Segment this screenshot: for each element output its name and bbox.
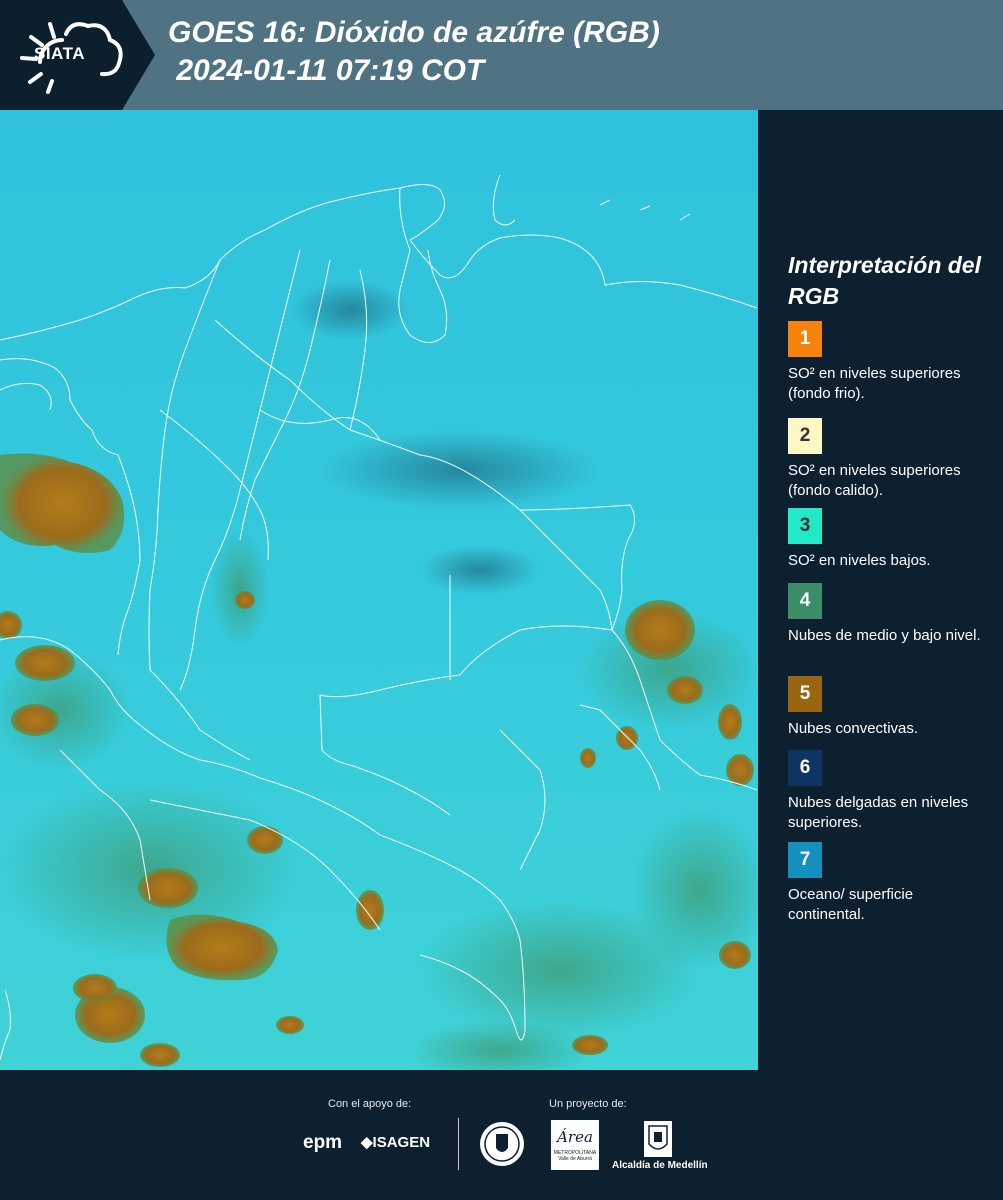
legend-text-5: Nubes convectivas.	[788, 720, 919, 737]
epm-logo[interactable]: epm	[303, 1132, 342, 1154]
legend-text-7: Oceano/ superficie continental.	[788, 886, 914, 923]
isagen-mark-icon: ◆	[361, 1134, 373, 1151]
area-metropolitana-logo[interactable]: Área METROPOLITANA Valle de Aburrá	[551, 1120, 599, 1170]
legend-item-3: 3 SO² en niveles bajos.	[788, 508, 993, 571]
legend-swatch-1: 1	[788, 321, 822, 357]
legend-text-3: SO² en niveles bajos.	[788, 552, 931, 569]
legend-swatch-5: 5	[788, 676, 822, 712]
legend-text-4: Nubes de medio y bajo nivel.	[788, 627, 981, 644]
page-title: GOES 16: Dióxido de azúfre (RGB) 2024-01…	[168, 16, 660, 87]
alcaldia-logo-text[interactable]: Alcaldía de Medellín	[612, 1160, 708, 1171]
legend-swatch-3: 3	[788, 508, 822, 544]
legend-swatch-2: 2	[788, 418, 822, 454]
legend-text-2: SO² en niveles superiores (fondo calido)…	[788, 462, 961, 499]
legend-item-6: 6 Nubes delgadas en niveles superiores.	[788, 750, 993, 833]
logo-divider	[458, 1118, 459, 1170]
legend-item-1: 1 SO² en niveles superiores (fondo frio)…	[788, 321, 993, 404]
footer: Con el apoyo de: Un proyecto de: epm ◆IS…	[0, 1070, 1003, 1200]
legend-title: Interpretación del RGB	[788, 252, 981, 309]
siata-logo[interactable]: SIATA	[0, 0, 155, 110]
header-bar: SIATA GOES 16: Dióxido de azúfre (RGB) 2…	[0, 0, 1003, 110]
legend-item-2: 2 SO² en niveles superiores (fondo calid…	[788, 418, 993, 503]
satellite-rgb-image	[0, 110, 758, 1070]
project-label: Un proyecto de:	[549, 1098, 627, 1110]
siata-logo-text: SIATA	[34, 44, 85, 63]
legend-item-7: 7 Oceano/ superficie continental.	[788, 842, 993, 925]
legend-item-5: 5 Nubes convectivas.	[788, 676, 993, 739]
legend-swatch-7: 7	[788, 842, 822, 878]
legend-panel: Interpretación del RGB 1 SO² en niveles …	[758, 110, 1003, 1070]
legend-swatch-4: 4	[788, 583, 822, 619]
support-label: Con el apoyo de:	[328, 1098, 412, 1110]
legend-item-4: 4 Nubes de medio y bajo nivel.	[788, 583, 993, 646]
alcaldia-shield-icon	[644, 1121, 672, 1157]
legend-text-6: Nubes delgadas en niveles superiores.	[788, 794, 969, 831]
medellin-seal-icon[interactable]	[478, 1120, 526, 1168]
satellite-map	[0, 110, 758, 1070]
isagen-logo[interactable]: ◆ISAGEN	[361, 1133, 430, 1151]
legend-swatch-6: 6	[788, 750, 822, 786]
legend-text-1: SO² en niveles superiores (fondo frio).	[788, 365, 961, 402]
